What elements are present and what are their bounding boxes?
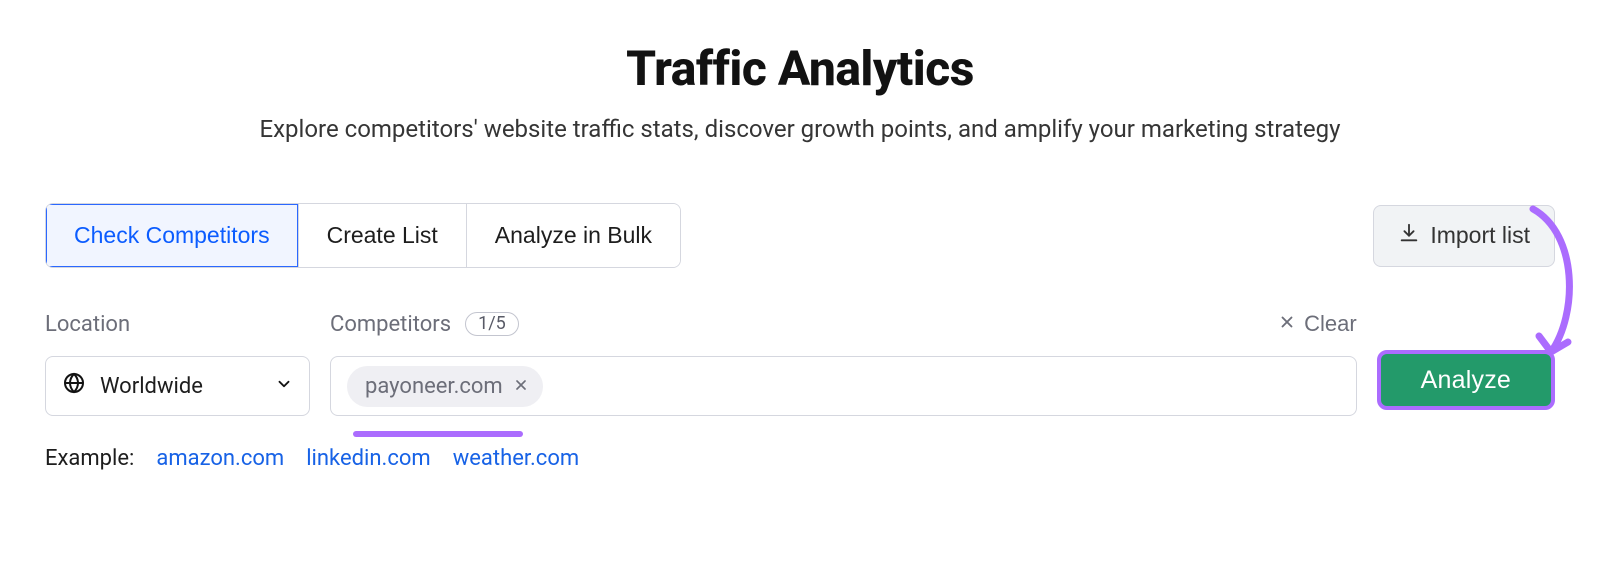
tabs-row: Check Competitors Create List Analyze in…: [45, 203, 1555, 268]
examples-label: Example:: [45, 446, 134, 471]
analyze-button[interactable]: Analyze: [1377, 350, 1555, 410]
import-list-label: Import list: [1430, 222, 1530, 249]
competitor-chip: payoneer.com: [347, 366, 543, 407]
examples-row: Example: amazon.com linkedin.com weather…: [45, 446, 1555, 471]
fields-row: Location Worldwide Competitors 1/5: [45, 308, 1555, 416]
example-link[interactable]: linkedin.com: [306, 446, 431, 471]
location-select[interactable]: Worldwide: [45, 356, 310, 416]
analyze-group: Analyze: [1377, 308, 1555, 410]
annotation-underline: [353, 431, 523, 437]
clear-label: Clear: [1304, 311, 1357, 337]
location-group: Location Worldwide: [45, 308, 310, 416]
competitors-label: Competitors: [330, 312, 451, 337]
location-label: Location: [45, 312, 130, 337]
tab-group: Check Competitors Create List Analyze in…: [45, 203, 681, 268]
location-label-row: Location: [45, 308, 310, 340]
competitor-chip-text: payoneer.com: [365, 374, 503, 399]
page-subtitle: Explore competitors' website traffic sta…: [45, 115, 1555, 143]
chip-remove-button[interactable]: [513, 377, 529, 396]
example-link[interactable]: amazon.com: [156, 446, 284, 471]
download-icon: [1398, 222, 1420, 250]
globe-icon: [62, 371, 86, 401]
location-value: Worldwide: [100, 374, 261, 399]
competitors-count-badge: 1/5: [465, 312, 519, 336]
clear-button[interactable]: Clear: [1278, 311, 1357, 337]
tab-check-competitors[interactable]: Check Competitors: [46, 204, 299, 267]
page-title: Traffic Analytics: [45, 40, 1555, 97]
chevron-down-icon: [275, 374, 293, 399]
competitors-input[interactable]: payoneer.com: [330, 356, 1357, 416]
example-link[interactable]: weather.com: [453, 446, 579, 471]
tab-analyze-in-bulk[interactable]: Analyze in Bulk: [467, 204, 680, 267]
competitors-group: Competitors 1/5 Clear payoneer.com: [330, 308, 1357, 416]
tab-create-list[interactable]: Create List: [299, 204, 467, 267]
competitors-label-row: Competitors 1/5 Clear: [330, 308, 1357, 340]
close-icon: [513, 377, 529, 396]
close-icon: [1278, 311, 1296, 337]
import-list-button[interactable]: Import list: [1373, 205, 1555, 267]
